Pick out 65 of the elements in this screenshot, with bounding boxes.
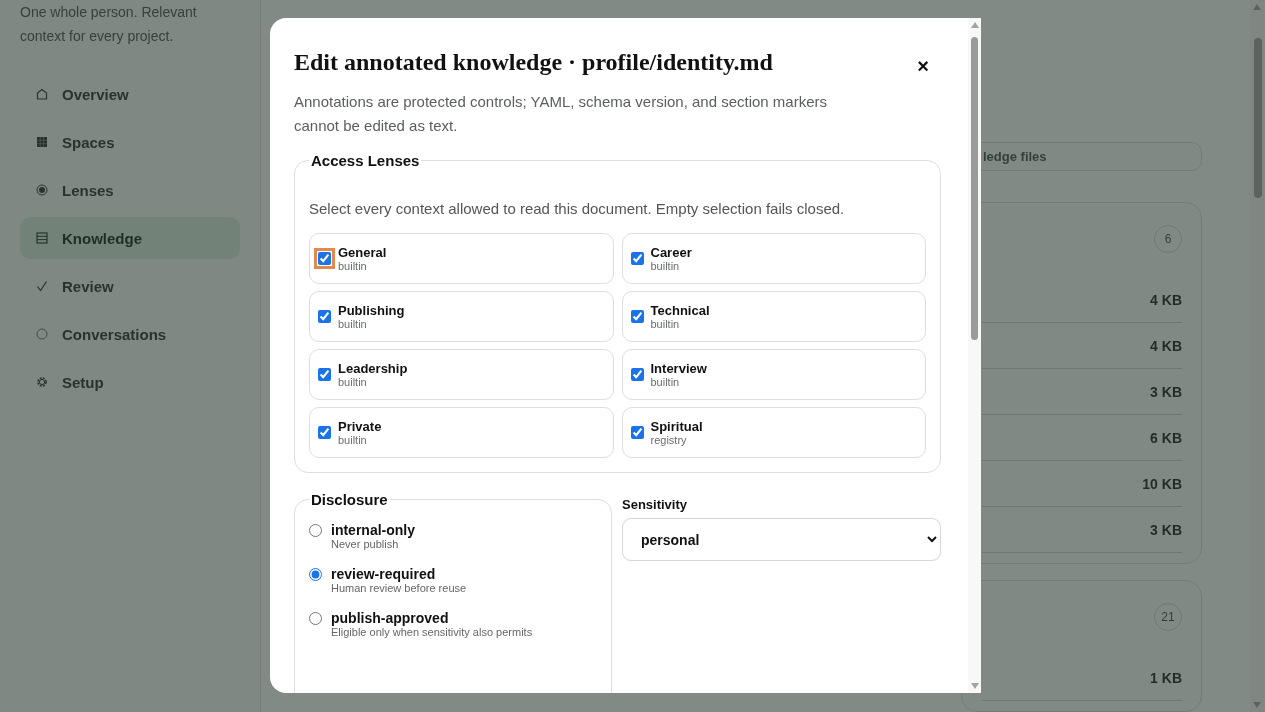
lens-name: Publishing <box>338 303 405 318</box>
option-hint: Never publish <box>331 538 400 550</box>
lens-name: Interview <box>650 361 707 376</box>
nav-item[interactable]: Lenses <box>20 169 240 211</box>
radio-dot-icon <box>36 184 48 196</box>
lens-option[interactable]: Career builtin <box>621 233 926 284</box>
grid-icon <box>36 136 48 148</box>
lens-source: builtin <box>650 260 681 272</box>
close-button[interactable]: × <box>905 56 941 76</box>
dialog-description: Annotations are protected controls; YAML, schema version, and section markers cannot be edited as text. <box>294 92 829 136</box>
lens-source: builtin <box>650 376 681 388</box>
nav-item[interactable]: Overview <box>20 73 240 115</box>
lens-source: builtin <box>650 318 681 330</box>
lens-option[interactable]: Private builtin <box>309 407 614 458</box>
section-legend: Access Lenses <box>309 152 422 169</box>
radio-button[interactable] <box>309 568 322 581</box>
lens-name: General <box>338 245 387 260</box>
lens-option[interactable]: Spiritual registry <box>621 407 926 458</box>
option-label: publish-approved <box>331 610 450 626</box>
lens-hint: Select every context allowed to read this document. Empty selection fails closed. <box>309 200 846 217</box>
sensitivity-select[interactable]: personal <box>622 518 941 561</box>
circle-icon <box>36 328 48 340</box>
list-icon <box>36 232 48 244</box>
option-label: review-required <box>331 566 437 582</box>
dialog-title: Edit annotated knowledge · profile/identity.md <box>294 48 773 77</box>
check-icon <box>36 280 48 292</box>
nav-item[interactable]: Setup <box>20 361 240 403</box>
lens-source: builtin <box>338 318 368 330</box>
lens-source: builtin <box>338 434 368 446</box>
file-size: 10 KB <box>1142 475 1182 492</box>
radio-button[interactable] <box>309 612 322 625</box>
file-size: 4 KB <box>1150 291 1182 308</box>
lens-name: Leadership <box>338 361 408 376</box>
file-size: 4 KB <box>1150 337 1182 354</box>
option-hint: Eligible only when sensitivity also permits <box>331 626 533 638</box>
nav-item[interactable]: Review <box>20 265 240 307</box>
nav-item[interactable]: Spaces <box>20 121 240 163</box>
lens-name: Technical <box>650 303 710 318</box>
lens-option[interactable]: Interview builtin <box>621 349 926 400</box>
file-size: 3 KB <box>1150 521 1182 538</box>
lens-option[interactable]: Technical builtin <box>621 291 926 342</box>
tagline: One whole person. Relevant context for every project. <box>20 3 198 46</box>
nav-item[interactable]: Conversations <box>20 313 240 355</box>
lens-name: Private <box>338 419 382 434</box>
lens-source: registry <box>650 434 688 446</box>
gear-icon <box>36 376 48 388</box>
section-legend: Disclosure <box>309 491 390 508</box>
option-label: internal-only <box>331 522 415 538</box>
lens-option[interactable]: General builtin <box>309 233 614 284</box>
home-icon <box>36 88 48 100</box>
file-size: 6 KB <box>1150 429 1182 446</box>
lens-source: builtin <box>338 260 368 272</box>
dialog-scrollbar[interactable] <box>968 18 981 693</box>
lens-name: Spiritual <box>650 419 703 434</box>
sensitivity-label: Sensitivity <box>622 497 689 512</box>
lens-option[interactable]: Publishing builtin <box>309 291 614 342</box>
lens-source: builtin <box>338 376 368 388</box>
file-size: 3 KB <box>1150 383 1182 400</box>
radio-button[interactable] <box>309 524 322 537</box>
file-size: 1 KB <box>1150 669 1182 686</box>
nav-item[interactable]: Knowledge <box>20 217 240 259</box>
lens-name: Career <box>650 245 692 260</box>
checkbox[interactable] <box>314 248 335 269</box>
lens-option[interactable]: Leadership builtin <box>309 349 614 400</box>
option-hint: Human review before reuse <box>331 582 467 594</box>
